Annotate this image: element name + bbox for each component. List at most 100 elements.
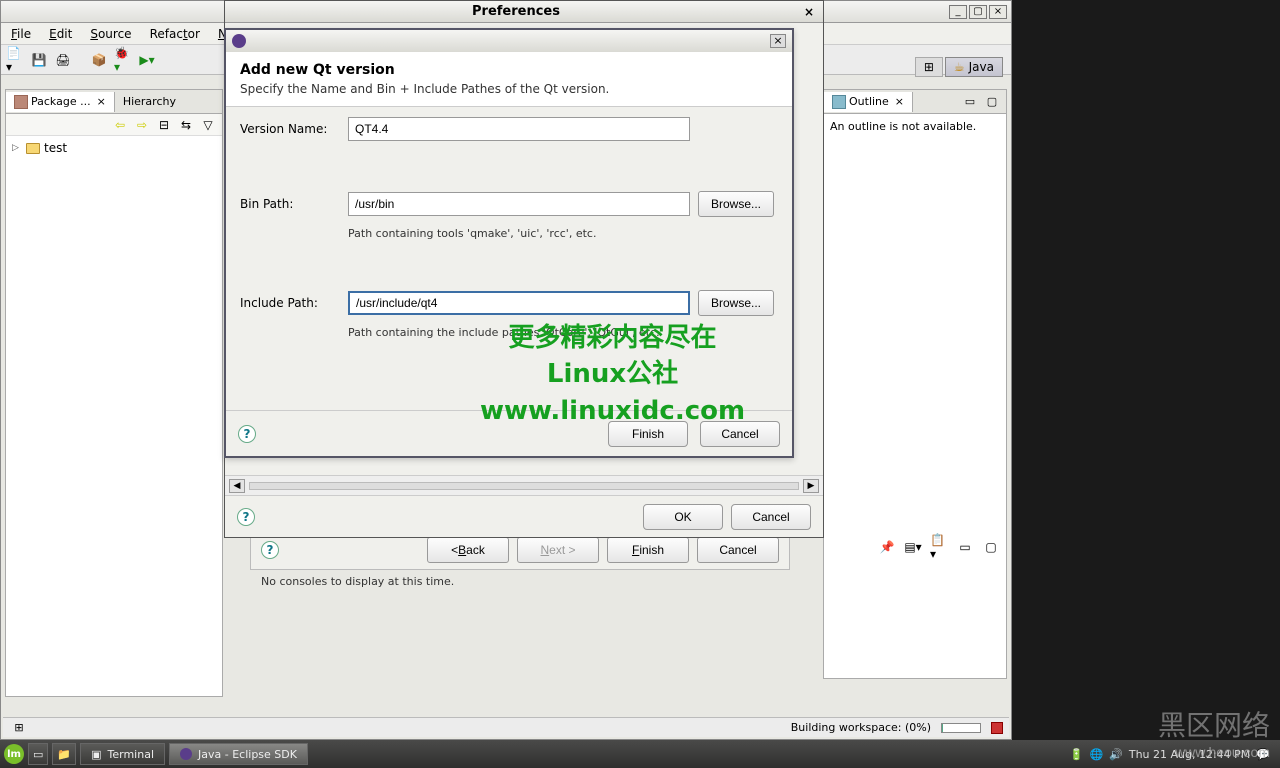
back-button[interactable]: < Back <box>427 537 509 563</box>
horizontal-scrollbar[interactable]: ◀ ▶ <box>225 475 823 495</box>
outline-view: Outline × ▭ ▢ An outline is not availabl… <box>823 89 1007 679</box>
cancel-button[interactable]: Cancel <box>697 537 779 563</box>
preferences-titlebar[interactable]: Preferences × <box>225 1 823 23</box>
min-console-icon[interactable]: ▭ <box>955 537 975 557</box>
bin-path-label: Bin Path: <box>240 197 340 211</box>
maximize-button[interactable]: ▢ <box>969 5 987 19</box>
open-console-icon[interactable]: 📋▾ <box>929 537 949 557</box>
help-icon[interactable]: ? <box>237 508 255 526</box>
close-icon[interactable]: × <box>770 34 786 48</box>
tray-icon[interactable]: 🔊 <box>1109 748 1123 761</box>
display-console-icon[interactable]: ▤▾ <box>903 537 923 557</box>
package-explorer-view: Package ... × Hierarchy ⇦ ⇨ ⊟ ⇆ ▽ ▷ test <box>5 89 223 697</box>
corner-watermark-text: 黑区网络 <box>1158 710 1270 741</box>
hierarchy-tab[interactable]: Hierarchy <box>115 92 184 111</box>
java-perspective[interactable]: ☕ Java <box>945 57 1003 77</box>
status-text: Building workspace: (0%) <box>791 721 931 734</box>
qt-dialog-titlebar[interactable]: × <box>226 30 792 52</box>
run-icon[interactable]: ▶▾ <box>137 50 157 70</box>
forward-icon[interactable]: ⇨ <box>132 115 152 135</box>
bin-path-input[interactable] <box>348 192 690 216</box>
taskbar-eclipse[interactable]: Java - Eclipse SDK <box>169 743 308 765</box>
view-menu-icon[interactable]: ▽ <box>198 115 218 135</box>
menu-source[interactable]: Source <box>84 25 137 43</box>
cancel-button[interactable]: Cancel <box>731 504 811 530</box>
watermark-overlay: 更多精彩内容尽在 Linux公社 www.linuxidc.com <box>480 320 745 429</box>
include-path-input[interactable] <box>348 291 690 315</box>
perspective-switcher: ⊞ ☕ Java <box>915 55 1003 79</box>
outline-icon <box>832 95 846 109</box>
preferences-title: Preferences <box>231 4 801 19</box>
close-button[interactable]: × <box>989 5 1007 19</box>
status-bar: ⊞ Building workspace: (0%) <box>3 717 1009 737</box>
terminal-icon: ▣ <box>91 748 101 761</box>
task-label: Terminal <box>108 748 155 761</box>
qt-form: Version Name: Bin Path: Browse... Path c… <box>226 107 792 349</box>
version-name-label: Version Name: <box>240 122 340 136</box>
new-icon[interactable]: 📄▾ <box>5 50 25 70</box>
fastview-icon[interactable]: ⊞ <box>9 718 29 738</box>
package-tree[interactable]: ▷ test <box>6 136 222 696</box>
eclipse-icon <box>180 748 192 760</box>
minimize-button[interactable]: _ <box>949 5 967 19</box>
scroll-right-icon[interactable]: ▶ <box>803 479 819 493</box>
build-icon[interactable]: 📦 <box>89 50 109 70</box>
finish-button[interactable]: Finish <box>607 537 689 563</box>
save-icon[interactable]: 💾 <box>29 50 49 70</box>
scroll-left-icon[interactable]: ◀ <box>229 479 245 493</box>
tree-item-label: test <box>44 141 67 155</box>
scroll-track[interactable] <box>249 482 799 490</box>
console-message: No consoles to display at this time. <box>261 575 454 588</box>
dialog-subheading: Specify the Name and Bin + Include Pathe… <box>240 82 778 96</box>
tray-icon[interactable]: 🌐 <box>1089 748 1103 761</box>
package-tab-label: Package ... <box>31 95 91 108</box>
package-explorer-toolbar: ⇦ ⇨ ⊟ ⇆ ▽ <box>6 114 222 136</box>
pin-console-icon[interactable]: 📌 <box>877 537 897 557</box>
ok-button[interactable]: OK <box>643 504 723 530</box>
show-desktop-button[interactable]: ▭ <box>28 743 48 765</box>
watermark-line2: Linux公社 <box>480 356 745 392</box>
watermark-line3: www.linuxidc.com <box>480 393 745 429</box>
print-icon[interactable]: 🖨 <box>53 50 73 70</box>
help-icon[interactable]: ? <box>238 425 256 443</box>
taskbar-terminal[interactable]: ▣ Terminal <box>80 743 165 765</box>
close-tab-icon[interactable]: × <box>895 95 904 108</box>
java-icon: ☕ <box>954 60 965 74</box>
file-manager-button[interactable]: 📁 <box>52 743 76 765</box>
maximize-view-icon[interactable]: ▢ <box>982 92 1002 112</box>
help-icon[interactable]: ? <box>261 541 279 559</box>
expand-arrow-icon[interactable]: ▷ <box>12 143 22 153</box>
include-path-label: Include Path: <box>240 296 340 310</box>
next-button[interactable]: Next > <box>517 537 599 563</box>
outline-tab[interactable]: Outline × <box>824 92 913 112</box>
taskbar: lm ▭ 📁 ▣ Terminal Java - Eclipse SDK 🔋 🌐… <box>0 740 1280 768</box>
tray-icon[interactable]: 🔋 <box>1070 748 1084 761</box>
menu-edit[interactable]: Edit <box>43 25 78 43</box>
open-perspective-button[interactable]: ⊞ <box>915 57 943 77</box>
menu-file[interactable]: File <box>5 25 37 43</box>
menu-refactor[interactable]: Refactor <box>144 25 206 43</box>
browse-bin-button[interactable]: Browse... <box>698 191 774 217</box>
collapse-icon[interactable]: ⊟ <box>154 115 174 135</box>
stop-build-button[interactable] <box>991 722 1003 734</box>
dialog-heading: Add new Qt version <box>240 62 778 78</box>
close-tab-icon[interactable]: × <box>97 95 106 108</box>
hierarchy-tab-label: Hierarchy <box>123 95 176 108</box>
package-explorer-tab[interactable]: Package ... × <box>6 92 115 112</box>
debug-icon[interactable]: 🐞▾ <box>113 50 133 70</box>
link-icon[interactable]: ⇆ <box>176 115 196 135</box>
back-icon[interactable]: ⇦ <box>110 115 130 135</box>
minimize-view-icon[interactable]: ▭ <box>960 92 980 112</box>
perspective-label: Java <box>969 60 994 74</box>
watermark-line1: 更多精彩内容尽在 <box>480 320 745 356</box>
package-icon <box>14 95 28 109</box>
close-icon[interactable]: × <box>801 5 817 19</box>
max-console-icon[interactable]: ▢ <box>981 537 1001 557</box>
progress-bar <box>941 723 981 733</box>
project-folder-icon <box>26 143 40 154</box>
browse-include-button[interactable]: Browse... <box>698 290 774 316</box>
mint-menu-button[interactable]: lm <box>4 744 24 764</box>
version-name-input[interactable] <box>348 117 690 141</box>
task-label: Java - Eclipse SDK <box>198 748 297 761</box>
tree-item-test[interactable]: ▷ test <box>10 140 218 156</box>
